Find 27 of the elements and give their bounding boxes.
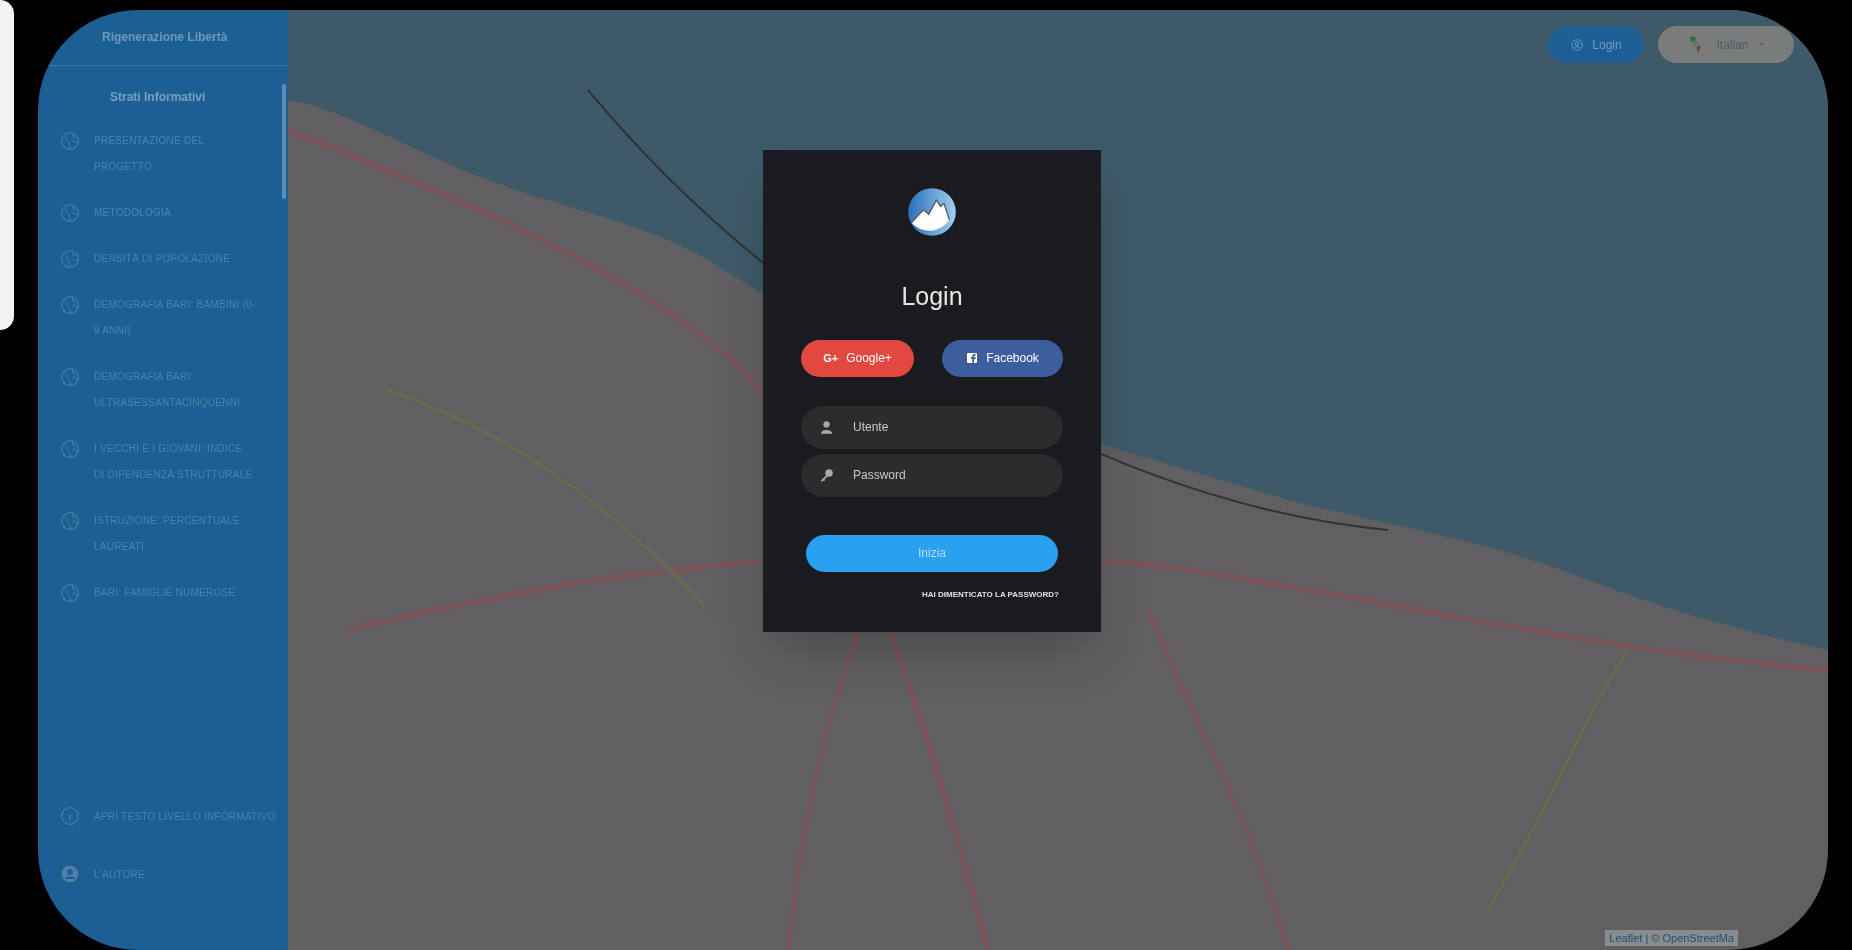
map-attribution: Leaflet | © OpenStreetMa [1605,929,1738,946]
globe-icon [60,203,80,223]
globe-icon [60,131,80,151]
user-icon [819,419,834,435]
globe-icon [60,439,80,459]
submit-button[interactable]: Inizia [806,534,1058,572]
key-icon [819,467,834,483]
facebook-login-button[interactable]: Facebook [942,339,1063,377]
login-button[interactable]: Login [1548,26,1644,63]
section-title: Strati Informativi [109,89,207,106]
scrollbar-thumb[interactable] [282,84,286,199]
info-icon [60,806,80,826]
globe-icon [60,583,80,603]
caret-icon [1756,40,1766,49]
globe-icon [60,249,80,269]
user-icon [1570,37,1585,52]
forgot-password-link[interactable]: HAI DIMENTICATO LA PASSWORD? [921,588,1059,601]
mountain-logo-icon [906,186,958,238]
user-icon [60,864,80,884]
facebook-icon [966,352,979,364]
globe-icon [60,511,80,531]
google-login-button[interactable]: G+ Google+ [801,339,914,377]
password-field[interactable]: Password [801,453,1063,497]
globe-icon [60,295,80,315]
modal-title: Login [901,281,963,312]
username-field[interactable]: Utente [801,405,1063,449]
globe-icon [60,367,80,387]
